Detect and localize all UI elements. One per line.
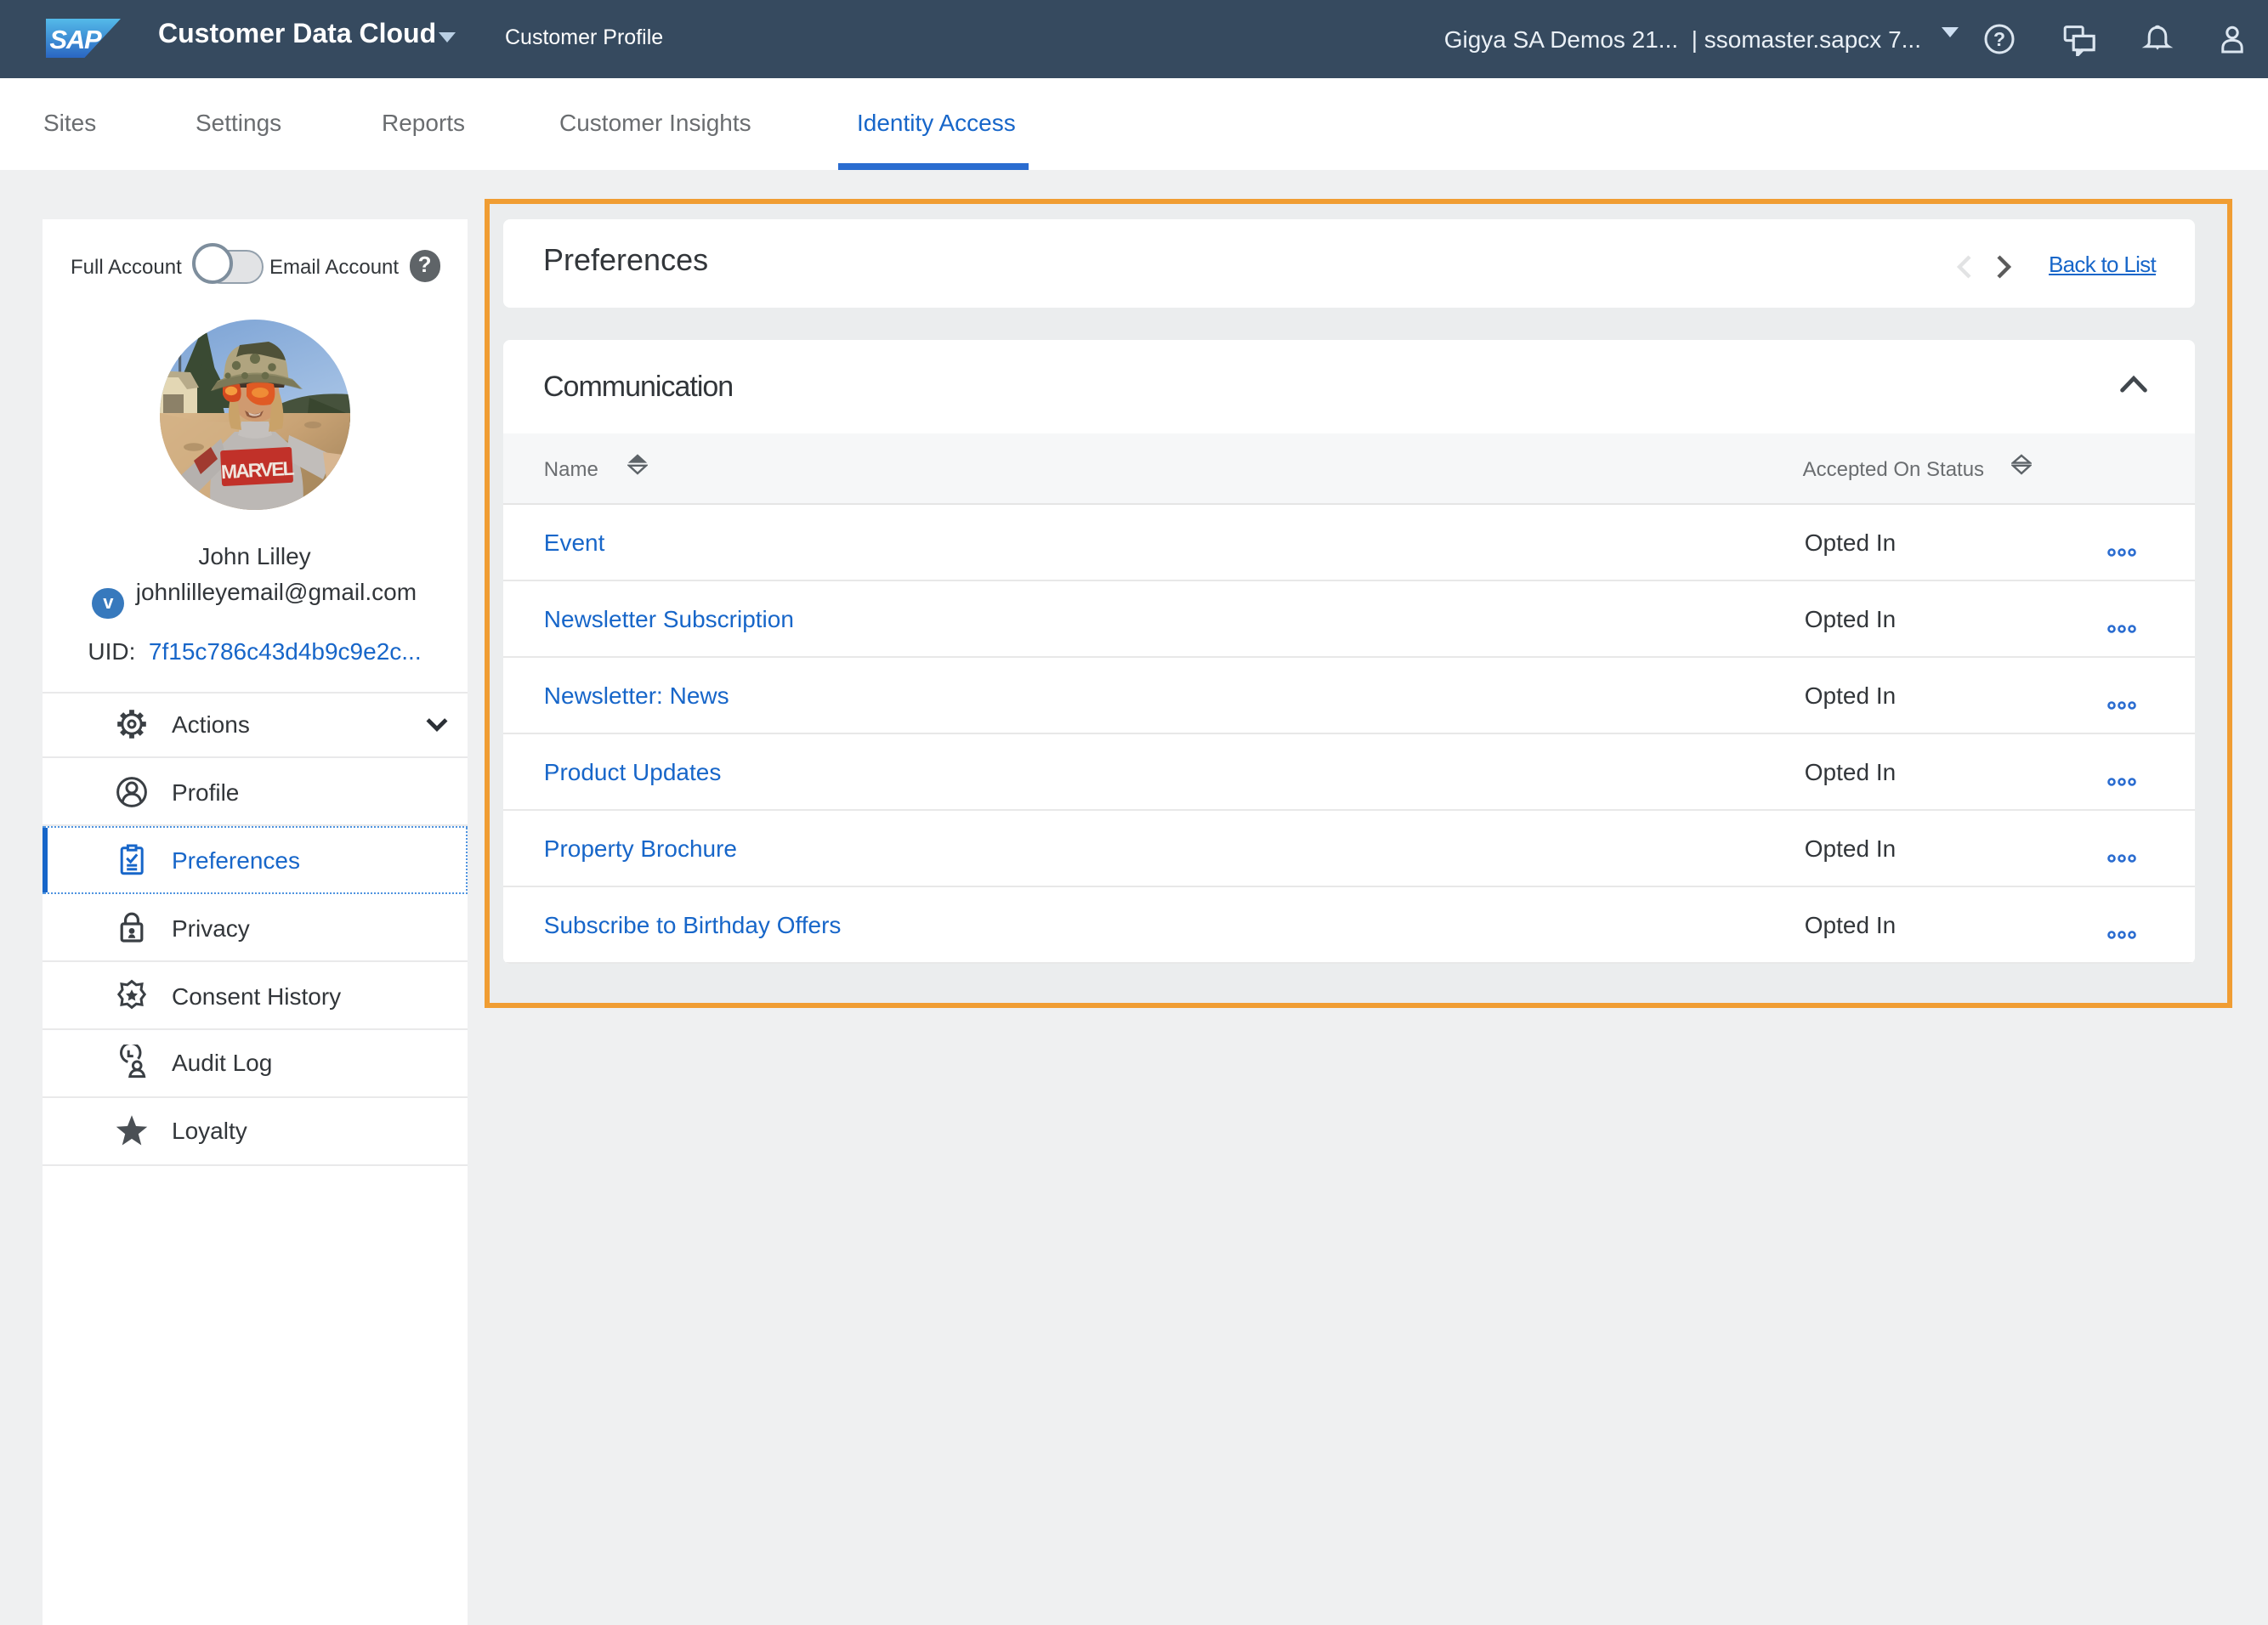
svg-text:?: ?: [1993, 28, 2005, 50]
svg-text:SAP: SAP: [49, 24, 102, 54]
svg-text:MARVEL: MARVEL: [220, 457, 295, 483]
